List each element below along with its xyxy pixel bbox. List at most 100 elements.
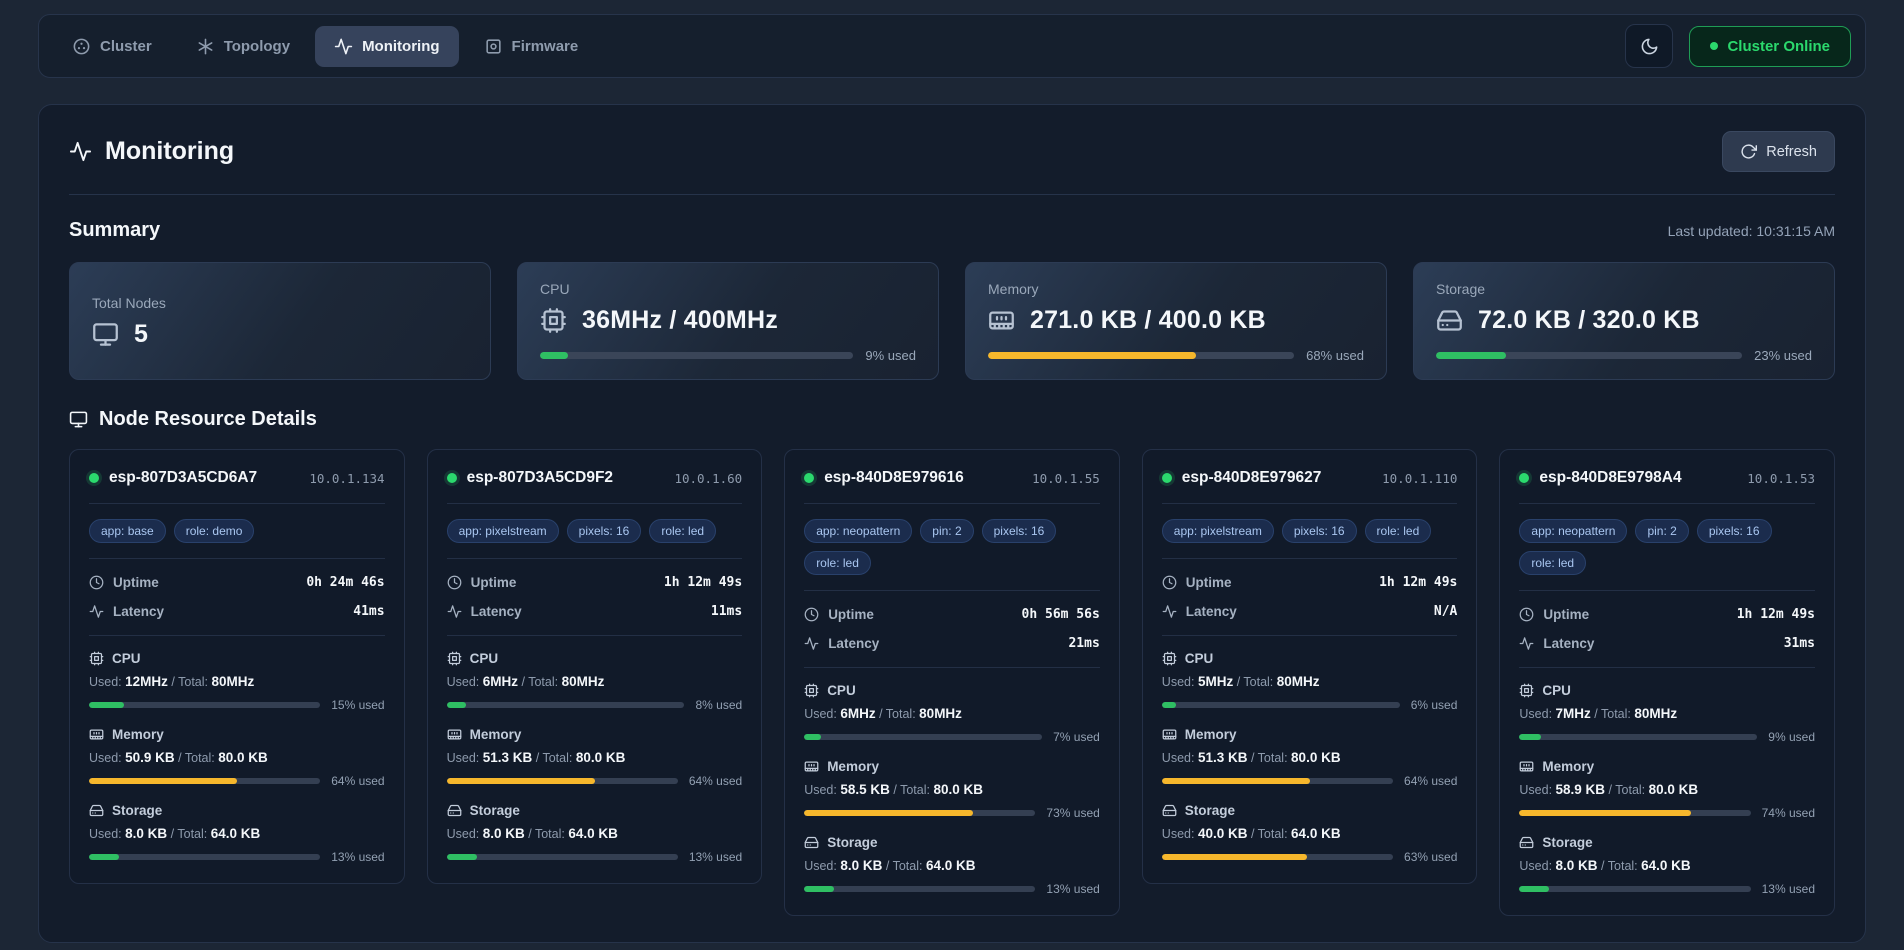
- theme-toggle-button[interactable]: [1625, 24, 1673, 68]
- memory-icon: [447, 727, 462, 742]
- node-badges: app: baserole: demo: [89, 504, 385, 559]
- summary-card-value: 271.0 KB / 400.0 KB: [1030, 306, 1266, 335]
- monitor-icon: [69, 410, 88, 429]
- node-grid: esp-807D3A5CD6A7 10.0.1.134 app: baserol…: [69, 449, 1835, 916]
- summary-card-label: CPU: [540, 281, 916, 297]
- cpu-total-value: 80MHz: [1634, 706, 1677, 721]
- node-card: esp-807D3A5CD9F2 10.0.1.60 app: pixelstr…: [427, 449, 763, 884]
- storage-metric-values: Used: 8.0 KB / Total: 64.0 KB: [1519, 858, 1815, 873]
- tab-label: Topology: [224, 38, 290, 55]
- uptime-label: Uptime: [828, 607, 874, 622]
- memory-icon: [1519, 759, 1534, 774]
- cpu-progress-fill: [1519, 734, 1540, 740]
- latency-value: 11ms: [711, 604, 742, 619]
- uptime-row: Uptime 1h 12m 49s: [1162, 568, 1458, 597]
- cpu-progress-track: [1162, 702, 1400, 708]
- memory-metric-label: Memory: [470, 727, 522, 742]
- latency-row: Latency 11ms: [447, 597, 743, 626]
- node-badge: role: led: [804, 551, 871, 575]
- tab-firmware[interactable]: Firmware: [465, 26, 598, 67]
- topology-icon: [196, 37, 215, 56]
- cpu-metric-label: CPU: [827, 683, 856, 698]
- tab-cluster[interactable]: Cluster: [53, 26, 171, 67]
- cpu-metric: CPU Used: 6MHz / Total: 80MHz 7% used: [804, 668, 1100, 744]
- latency-value: N/A: [1434, 604, 1457, 619]
- node-name: esp-840D8E979616: [824, 469, 964, 487]
- node-badges: app: neopatternpin: 2pixels: 16role: led: [1519, 504, 1815, 591]
- memory-metric: Memory Used: 58.5 KB / Total: 80.0 KB 73…: [804, 744, 1100, 820]
- tab-label: Firmware: [512, 38, 579, 55]
- storage-metric-label: Storage: [1542, 835, 1592, 850]
- activity-icon: [1519, 636, 1534, 651]
- node-badge: app: neopattern: [804, 519, 912, 543]
- tab-topology[interactable]: Topology: [177, 26, 309, 67]
- latency-label: Latency: [1543, 636, 1594, 651]
- storage-total-value: 64.0 KB: [568, 826, 618, 841]
- memory-metric: Memory Used: 58.9 KB / Total: 80.0 KB 74…: [1519, 744, 1815, 820]
- cpu-metric: CPU Used: 12MHz / Total: 80MHz 15% used: [89, 636, 385, 712]
- storage-metric-label: Storage: [112, 803, 162, 818]
- cpu-progress-fill: [1162, 702, 1176, 708]
- summary-heading: Summary: [69, 219, 160, 242]
- cpu-progress-fill: [89, 702, 124, 708]
- cpu-used-value: 6MHz: [483, 674, 518, 689]
- storage-metric: Storage Used: 8.0 KB / Total: 64.0 KB 13…: [1519, 820, 1815, 896]
- memory-metric-values: Used: 58.9 KB / Total: 80.0 KB: [1519, 782, 1815, 797]
- storage-progress-fill: [1519, 886, 1549, 892]
- nav-right: Cluster Online: [1625, 24, 1851, 68]
- last-updated-text: Last updated: 10:31:15 AM: [1668, 223, 1835, 239]
- refresh-button[interactable]: Refresh: [1722, 131, 1835, 172]
- storage-progress-track: [1162, 854, 1393, 860]
- cpu-progress-track: [447, 702, 685, 708]
- uptime-row: Uptime 1h 12m 49s: [447, 568, 743, 597]
- cpu-progress-track: [540, 352, 853, 359]
- storage-progress-track: [1436, 352, 1742, 359]
- uptime-value: 1h 12m 49s: [1379, 575, 1457, 590]
- clock-icon: [804, 607, 819, 622]
- cpu-icon: [89, 651, 104, 666]
- storage-percent-label: 63% used: [1404, 850, 1457, 864]
- memory-metric: Memory Used: 51.3 KB / Total: 80.0 KB 64…: [447, 712, 743, 788]
- node-badge: role: led: [649, 519, 716, 543]
- node-card: esp-840D8E979616 10.0.1.55 app: neopatte…: [784, 449, 1120, 916]
- memory-used-value: 58.5 KB: [840, 782, 890, 797]
- cpu-metric: CPU Used: 7MHz / Total: 80MHz 9% used: [1519, 668, 1815, 744]
- memory-used-value: 51.3 KB: [1198, 750, 1248, 765]
- latency-label: Latency: [828, 636, 879, 651]
- memory-percent-label: 64% used: [689, 774, 742, 788]
- storage-metric: Storage Used: 8.0 KB / Total: 64.0 KB 13…: [804, 820, 1100, 896]
- tab-label: Cluster: [100, 38, 152, 55]
- memory-metric-label: Memory: [112, 727, 164, 742]
- storage-metric-values: Used: 8.0 KB / Total: 64.0 KB: [804, 858, 1100, 873]
- storage-total-value: 64.0 KB: [211, 826, 261, 841]
- cpu-icon: [540, 307, 567, 334]
- cluster-status-badge[interactable]: Cluster Online: [1689, 26, 1851, 67]
- monitoring-panel: Monitoring Refresh Summary Last updated:…: [38, 104, 1866, 943]
- node-badge: pixels: 16: [1282, 519, 1357, 543]
- node-badge: pin: 2: [920, 519, 973, 543]
- tab-monitoring[interactable]: Monitoring: [315, 26, 458, 67]
- cpu-metric: CPU Used: 5MHz / Total: 80MHz 6% used: [1162, 636, 1458, 712]
- latency-label: Latency: [471, 604, 522, 619]
- storage-total-value: 64.0 KB: [1641, 858, 1691, 873]
- hard-drive-icon: [1519, 835, 1534, 850]
- cpu-used-value: 12MHz: [125, 674, 168, 689]
- node-name: esp-807D3A5CD6A7: [109, 469, 257, 487]
- summary-card-total-nodes: Total Nodes 5: [69, 262, 491, 380]
- node-stat-rows: Uptime 0h 24m 46s Latency 41ms: [89, 559, 385, 636]
- latency-value: 31ms: [1784, 636, 1815, 651]
- node-header: esp-807D3A5CD6A7 10.0.1.134: [89, 469, 385, 504]
- cpu-metric-label: CPU: [112, 651, 141, 666]
- storage-percent-label: 13% used: [1046, 882, 1099, 896]
- cpu-metric-values: Used: 6MHz / Total: 80MHz: [804, 706, 1100, 721]
- node-badge: pixels: 16: [982, 519, 1057, 543]
- node-badges: app: pixelstreampixels: 16role: led: [1162, 504, 1458, 559]
- storage-total-value: 64.0 KB: [926, 858, 976, 873]
- cpu-metric-values: Used: 7MHz / Total: 80MHz: [1519, 706, 1815, 721]
- summary-card-value: 72.0 KB / 320.0 KB: [1478, 306, 1700, 335]
- memory-progress-fill: [988, 352, 1196, 359]
- memory-icon: [89, 727, 104, 742]
- uptime-row: Uptime 1h 12m 49s: [1519, 600, 1815, 629]
- memory-progress-fill: [1519, 810, 1690, 816]
- hard-drive-icon: [804, 835, 819, 850]
